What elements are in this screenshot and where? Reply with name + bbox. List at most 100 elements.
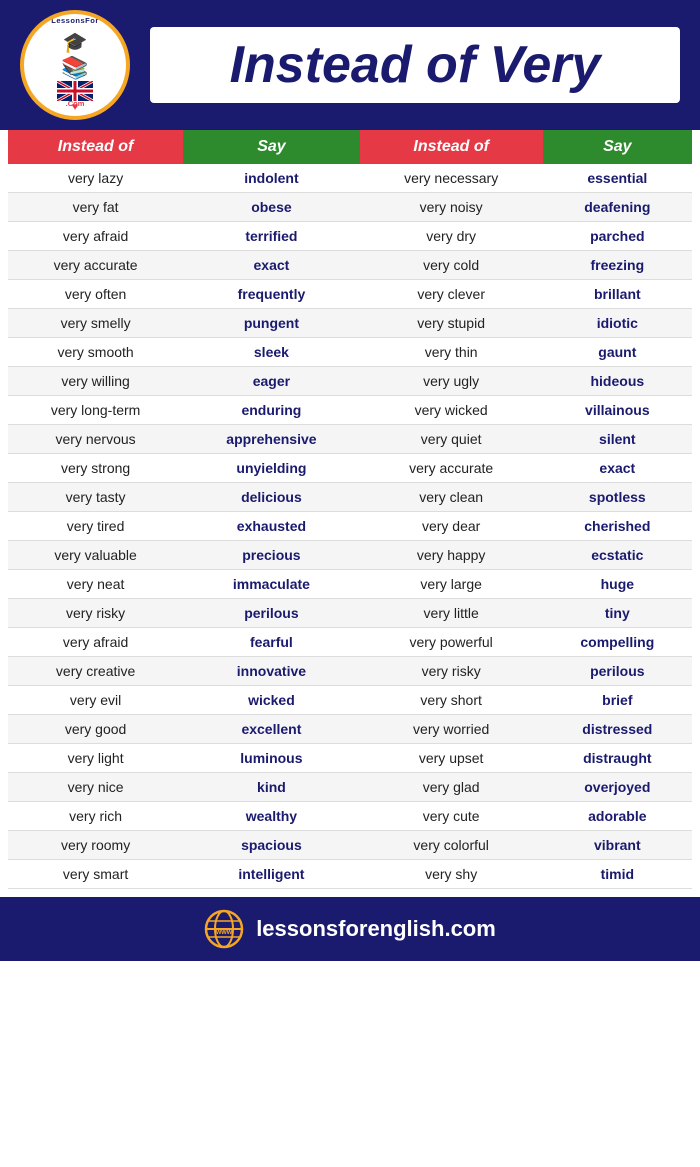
say-left: enduring	[183, 396, 360, 425]
say-left: wealthy	[183, 802, 360, 831]
instead-of-left: very willing	[8, 367, 183, 396]
instead-of-right: very shy	[360, 860, 543, 889]
say-right: timid	[543, 860, 692, 889]
say-right: essential	[543, 164, 692, 193]
instead-of-right: very worried	[360, 715, 543, 744]
instead-of-right: very little	[360, 599, 543, 628]
instead-of-right: very short	[360, 686, 543, 715]
table-row: very evilwickedvery shortbrief	[8, 686, 692, 715]
say-left: spacious	[183, 831, 360, 860]
instead-of-right: very colorful	[360, 831, 543, 860]
instead-of-left: very long-term	[8, 396, 183, 425]
say-left: indolent	[183, 164, 360, 193]
table-row: very richwealthyvery cuteadorable	[8, 802, 692, 831]
instead-of-right: very ugly	[360, 367, 543, 396]
vocabulary-table: Instead of Say Instead of Say very lazyi…	[8, 130, 692, 889]
say-left: kind	[183, 773, 360, 802]
instead-of-left: very creative	[8, 657, 183, 686]
instead-of-right: very cold	[360, 251, 543, 280]
say-right: exact	[543, 454, 692, 483]
instead-of-left: very smelly	[8, 309, 183, 338]
instead-of-left: very fat	[8, 193, 183, 222]
instead-of-right: very wicked	[360, 396, 543, 425]
footer-globe-icon: www	[204, 909, 244, 949]
instead-of-left: very tasty	[8, 483, 183, 512]
table-row: very tiredexhaustedvery dearcherished	[8, 512, 692, 541]
table-row: very oftenfrequentlyvery cleverbrillant	[8, 280, 692, 309]
table-row: very goodexcellentvery worrieddistressed	[8, 715, 692, 744]
say-right: distressed	[543, 715, 692, 744]
say-left: obese	[183, 193, 360, 222]
table-row: very smellypungentvery stupididiotic	[8, 309, 692, 338]
logo-bottom-text: .Com	[66, 99, 85, 108]
logo: LessonsFor 🎓 📚 ♥ .Com	[20, 10, 130, 120]
table-row: very willingeagervery uglyhideous	[8, 367, 692, 396]
instead-of-left: very roomy	[8, 831, 183, 860]
say-left: terrified	[183, 222, 360, 251]
col2-header: Say	[183, 130, 360, 164]
table-row: very accurateexactvery coldfreezing	[8, 251, 692, 280]
instead-of-left: very rich	[8, 802, 183, 831]
instead-of-right: very dear	[360, 512, 543, 541]
header-row: Instead of Say Instead of Say	[8, 130, 692, 164]
say-right: freezing	[543, 251, 692, 280]
say-left: wicked	[183, 686, 360, 715]
instead-of-left: very good	[8, 715, 183, 744]
logo-books-icon: 📚	[61, 55, 88, 81]
instead-of-right: very cute	[360, 802, 543, 831]
say-left: excellent	[183, 715, 360, 744]
instead-of-right: very clever	[360, 280, 543, 309]
say-right: deafening	[543, 193, 692, 222]
table-row: very tastydeliciousvery cleanspotless	[8, 483, 692, 512]
say-right: distraught	[543, 744, 692, 773]
instead-of-right: very quiet	[360, 425, 543, 454]
say-right: gaunt	[543, 338, 692, 367]
say-right: silent	[543, 425, 692, 454]
say-left: delicious	[183, 483, 360, 512]
table-row: very afraidterrifiedvery dryparched	[8, 222, 692, 251]
footer-site: lessonsforenglish.com	[256, 916, 496, 942]
table-row: very long-termenduringvery wickedvillain…	[8, 396, 692, 425]
col4-header: Say	[543, 130, 692, 164]
instead-of-left: very nervous	[8, 425, 183, 454]
instead-of-right: very necessary	[360, 164, 543, 193]
table-row: very valuablepreciousvery happyecstatic	[8, 541, 692, 570]
say-right: perilous	[543, 657, 692, 686]
say-right: overjoyed	[543, 773, 692, 802]
header: LessonsFor 🎓 📚 ♥ .Com Instead of Very	[0, 0, 700, 130]
say-right: ecstatic	[543, 541, 692, 570]
say-right: hideous	[543, 367, 692, 396]
say-right: tiny	[543, 599, 692, 628]
say-left: apprehensive	[183, 425, 360, 454]
col1-header: Instead of	[8, 130, 183, 164]
table-row: very lightluminousvery upsetdistraught	[8, 744, 692, 773]
instead-of-left: very light	[8, 744, 183, 773]
say-left: perilous	[183, 599, 360, 628]
say-left: unyielding	[183, 454, 360, 483]
say-right: vibrant	[543, 831, 692, 860]
logo-flag-icon	[57, 81, 93, 101]
table-row: very afraidfearfulvery powerfulcompellin…	[8, 628, 692, 657]
page-title: Instead of Very	[150, 27, 680, 103]
instead-of-right: very happy	[360, 541, 543, 570]
instead-of-left: very valuable	[8, 541, 183, 570]
table-row: very creativeinnovativevery riskyperilou…	[8, 657, 692, 686]
instead-of-right: very stupid	[360, 309, 543, 338]
instead-of-left: very afraid	[8, 628, 183, 657]
say-right: villainous	[543, 396, 692, 425]
instead-of-right: very upset	[360, 744, 543, 773]
say-left: sleek	[183, 338, 360, 367]
instead-of-right: very noisy	[360, 193, 543, 222]
instead-of-left: very tired	[8, 512, 183, 541]
instead-of-left: very smart	[8, 860, 183, 889]
instead-of-left: very often	[8, 280, 183, 309]
table-row: very neatimmaculatevery largehuge	[8, 570, 692, 599]
instead-of-left: very neat	[8, 570, 183, 599]
table-row: very fatobesevery noisydeafening	[8, 193, 692, 222]
instead-of-left: very smooth	[8, 338, 183, 367]
say-left: fearful	[183, 628, 360, 657]
table-header: Instead of Say Instead of Say	[8, 130, 692, 164]
say-left: immaculate	[183, 570, 360, 599]
instead-of-left: very evil	[8, 686, 183, 715]
say-left: intelligent	[183, 860, 360, 889]
